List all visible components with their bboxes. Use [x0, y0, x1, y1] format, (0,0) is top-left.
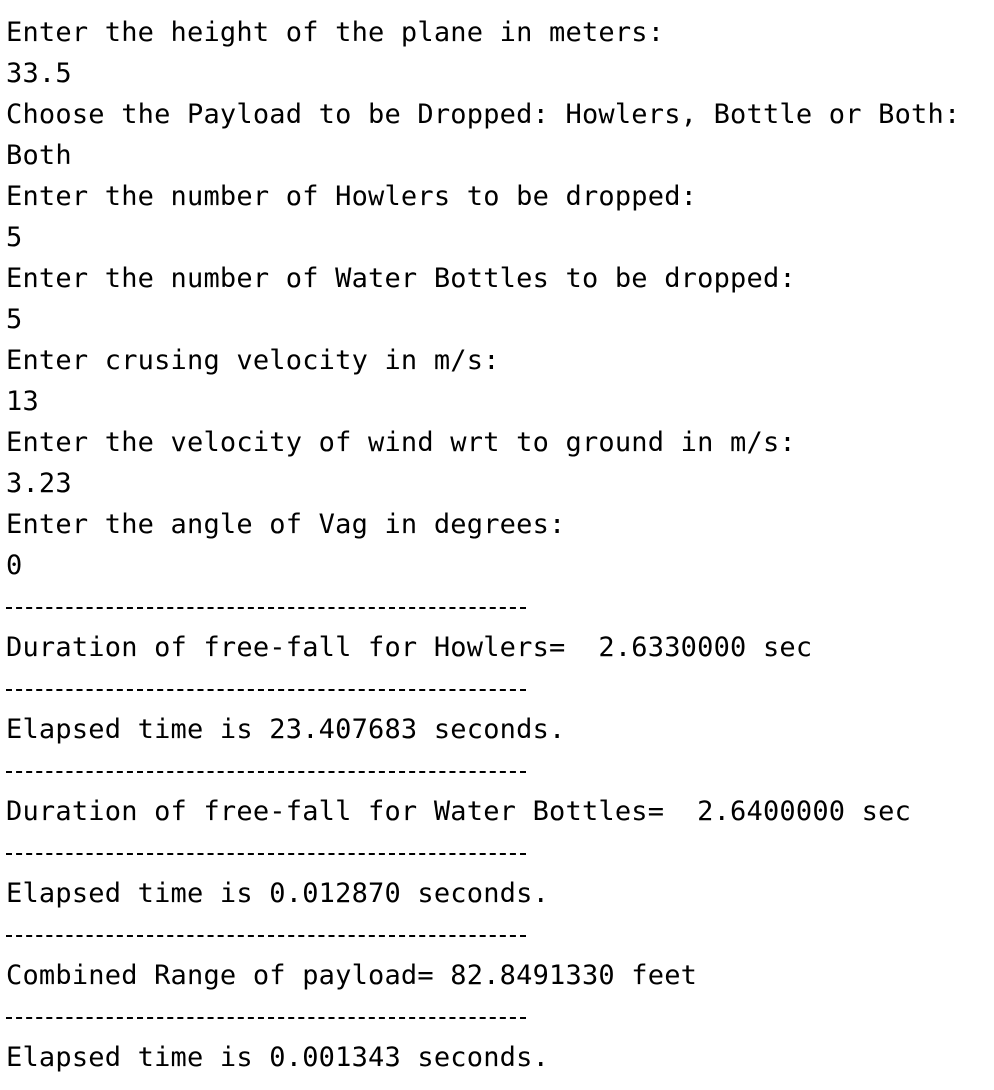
howlers-input-value: 5 [6, 222, 23, 253]
height-input-value: 33.5 [6, 58, 72, 89]
payload-prompt: Choose the Payload to be Dropped: Howler… [6, 99, 961, 130]
bottles-input-value: 5 [6, 304, 23, 335]
separator-line [6, 586, 994, 627]
elapsed-time-2: Elapsed time is 0.012870 seconds. [6, 878, 550, 909]
combined-range-result: Combined Range of payload= 82.8491330 fe… [6, 960, 698, 991]
separator-line [6, 668, 994, 709]
bottles-prompt: Enter the number of Water Bottles to be … [6, 263, 796, 294]
height-prompt: Enter the height of the plane in meters: [6, 17, 665, 48]
angle-input-value: 0 [6, 550, 23, 581]
console-output: Enter the height of the plane in meters:… [0, 0, 994, 1090]
wind-prompt: Enter the velocity of wind wrt to ground… [6, 427, 796, 458]
separator-line [6, 750, 994, 791]
velocity-prompt: Enter crusing velocity in m/s: [6, 345, 500, 376]
howlers-prompt: Enter the number of Howlers to be droppe… [6, 181, 698, 212]
separator-line [6, 832, 994, 873]
separator-line [6, 914, 994, 955]
bottles-duration-result: Duration of free-fall for Water Bottles=… [6, 796, 912, 827]
howlers-duration-result: Duration of free-fall for Howlers= 2.633… [6, 632, 813, 663]
elapsed-time-1: Elapsed time is 23.407683 seconds. [6, 714, 566, 745]
velocity-input-value: 13 [6, 386, 39, 417]
separator-line [6, 996, 994, 1037]
elapsed-time-3: Elapsed time is 0.001343 seconds. [6, 1042, 550, 1073]
angle-prompt: Enter the angle of Vag in degrees: [6, 509, 566, 540]
payload-input-value: Both [6, 140, 72, 171]
wind-input-value: 3.23 [6, 468, 72, 499]
